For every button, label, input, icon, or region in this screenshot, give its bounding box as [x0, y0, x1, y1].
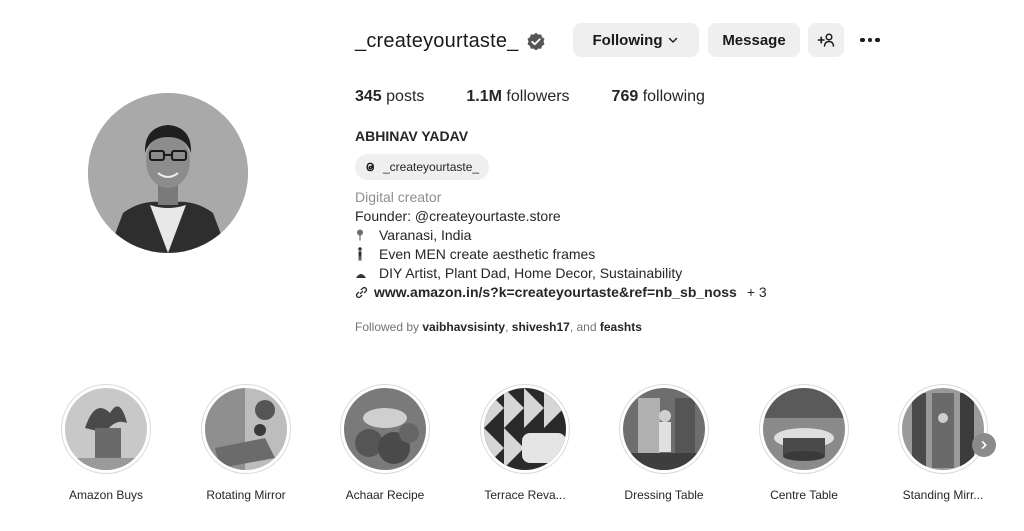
- highlight-thumbnail: [763, 388, 845, 470]
- bio-tagline-text: Even MEN create aesthetic frames: [379, 246, 596, 262]
- posts-count: 345 posts: [355, 88, 425, 105]
- bio-founder-line: Founder: @createyourtaste.store: [355, 208, 561, 224]
- highlight-amazon-buys[interactable]: Amazon Buys: [51, 384, 161, 502]
- profile-external-link[interactable]: www.amazon.in/s?k=createyourtaste&ref=nb…: [355, 284, 767, 300]
- threads-handle: _createyourtaste_: [383, 160, 480, 174]
- chevron-down-icon: [669, 37, 678, 43]
- link-url[interactable]: www.amazon.in/s?k=createyourtaste&ref=nb…: [374, 284, 737, 300]
- bio-location-text: Varanasi, India: [379, 227, 472, 243]
- highlight-thumbnail: [484, 388, 566, 470]
- bio-founder-text: Founder: @createyourtaste.store: [355, 208, 561, 224]
- highlight-thumbnail: [902, 388, 984, 470]
- highlight-thumbnail: [205, 388, 287, 470]
- add-person-icon: [817, 33, 835, 47]
- link-more-count[interactable]: + 3: [747, 284, 767, 300]
- highlight-label: Dressing Table: [624, 488, 704, 502]
- bio-tagline-line: Even MEN create aesthetic frames: [355, 246, 595, 262]
- threads-link[interactable]: _createyourtaste_: [355, 154, 490, 180]
- highlight-thumbnail: [344, 388, 426, 470]
- avatar-photo: [88, 93, 248, 253]
- highlight-dressing-table[interactable]: Dressing Table: [609, 384, 719, 502]
- plant-icon: [356, 274, 366, 278]
- highlight-rotating-mirror[interactable]: Rotating Mirror: [191, 384, 301, 502]
- bio-interests-text: DIY Artist, Plant Dad, Home Decor, Susta…: [379, 265, 683, 281]
- threads-icon: [366, 162, 375, 172]
- verified-badge-icon: [527, 32, 545, 51]
- followers-count[interactable]: 1.1M followers: [466, 88, 569, 106]
- highlight-label: Terrace Reva...: [484, 488, 566, 502]
- highlight-label: Rotating Mirror: [206, 488, 286, 502]
- bio-interests-line: DIY Artist, Plant Dad, Home Decor, Susta…: [355, 265, 682, 281]
- more-options-icon[interactable]: [856, 29, 884, 51]
- profile-full-name: ABHINAV YADAV: [355, 128, 469, 144]
- highlight-achaar-recipe[interactable]: Achaar Recipe: [330, 384, 440, 502]
- chevron-right-icon: [981, 441, 987, 449]
- following-button-label: Following: [592, 31, 663, 49]
- mutual-follower-1[interactable]: vaibhavsisinty: [422, 320, 505, 334]
- highlight-label: Achaar Recipe: [345, 488, 425, 502]
- highlight-label: Standing Mirr...: [902, 488, 984, 502]
- link-icon: [355, 286, 368, 298]
- person-icon: [358, 247, 362, 261]
- mutual-follower-3[interactable]: feashts: [600, 320, 642, 334]
- following-button[interactable]: Following: [573, 23, 699, 57]
- profile-avatar[interactable]: [88, 93, 248, 253]
- highlight-terrace-revamp[interactable]: Terrace Reva...: [470, 384, 580, 502]
- profile-username: _createyourtaste_: [355, 30, 519, 52]
- mutual-follower-2[interactable]: shivesh17: [512, 320, 570, 334]
- pin-icon: [357, 229, 363, 241]
- following-count[interactable]: 769 following: [612, 88, 705, 106]
- followed-by-text[interactable]: Followed by vaibhavsisinty, shivesh17, a…: [355, 320, 642, 334]
- profile-category: Digital creator: [355, 189, 442, 205]
- highlight-thumbnail: [623, 388, 705, 470]
- suggested-users-button[interactable]: [808, 23, 844, 57]
- message-button[interactable]: Message: [708, 23, 800, 57]
- highlight-label: Amazon Buys: [68, 488, 144, 502]
- highlight-label: Centre Table: [770, 488, 838, 502]
- highlight-thumbnail: [65, 388, 147, 470]
- highlight-centre-table[interactable]: Centre Table: [749, 384, 859, 502]
- profile-stats: 345 posts 1.1M followers 769 following: [355, 88, 747, 106]
- bio-location-line: Varanasi, India: [355, 227, 471, 243]
- highlights-next-button[interactable]: [972, 433, 996, 457]
- message-button-label: Message: [722, 31, 786, 49]
- story-highlights: Amazon Buys Rotating Mirror Achaar Recip: [0, 384, 1024, 524]
